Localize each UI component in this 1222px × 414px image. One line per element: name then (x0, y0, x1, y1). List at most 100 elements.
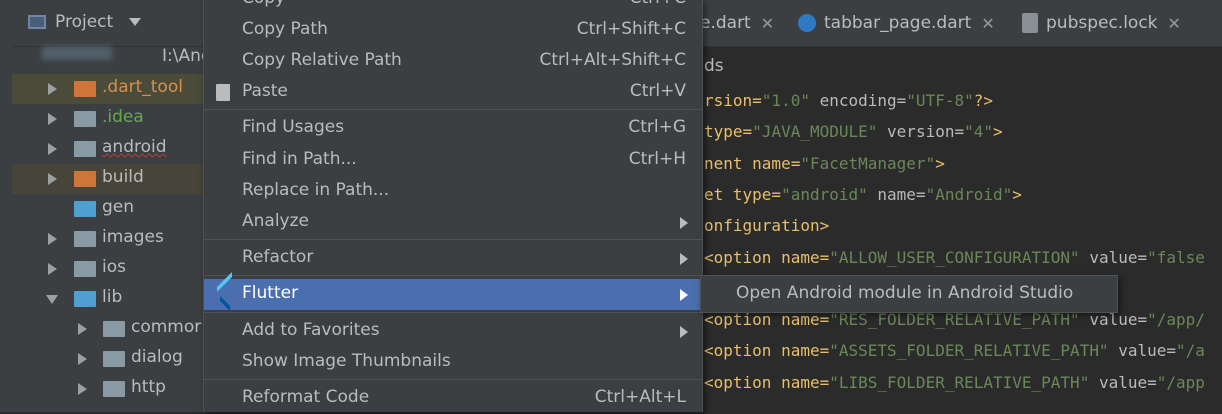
menu-item-show-image-thumbnails[interactable]: Show Image Thumbnails (204, 347, 702, 378)
menu-item-label: Copy Relative Path (242, 50, 402, 70)
menu-item-label: Find Usages (242, 117, 345, 137)
folder-icon (74, 291, 96, 307)
code-token: type= (704, 122, 753, 141)
tree-item-http[interactable]: http (12, 374, 204, 404)
project-view-selector[interactable]: Project (55, 12, 113, 32)
redacted-project-root (42, 46, 112, 60)
menu-item-add-to-favorites[interactable]: Add to Favorites (204, 316, 702, 347)
tree-item-build[interactable]: build (12, 164, 204, 194)
submenu-arrow-icon (680, 253, 688, 265)
tree-item-ios[interactable]: ios (12, 254, 204, 284)
expand-arrow-icon[interactable] (48, 83, 57, 95)
code-token: "/a (1176, 341, 1205, 360)
menu-item-label: Replace in Path... (242, 180, 390, 200)
code-token: <option name= (704, 373, 830, 392)
menu-item-shortcut: Ctrl+C (630, 0, 686, 8)
expand-arrow-icon[interactable] (48, 173, 57, 185)
file-icon (1022, 13, 1038, 33)
tab-dart-file[interactable]: e.dart ✕ (700, 0, 774, 46)
code-token: onfiguration> (704, 216, 830, 235)
expand-arrow-icon[interactable] (78, 353, 87, 365)
tree-item-label: .dart_tool (102, 77, 183, 97)
menu-item-paste[interactable]: Paste Ctrl+V (204, 77, 702, 108)
code-token: "JAVA_MODULE" (752, 122, 878, 141)
code-token: "/app/ (1147, 310, 1205, 329)
menu-item-label: Refactor (242, 247, 314, 267)
tab-tabbar-page[interactable]: tabbar_page.dart ✕ (798, 0, 995, 46)
code-token: value= (1108, 341, 1177, 360)
tree-item-label: images (102, 227, 164, 247)
menu-item-copy-relative-path[interactable]: Copy Relative Path Ctrl+Alt+Shift+C (204, 46, 702, 77)
tree-item-dart-tool[interactable]: .dart_tool (12, 74, 204, 104)
code-token: "ASSETS_FOLDER_RELATIVE_PATH" (829, 341, 1109, 360)
code-line: rsion="1.0" encoding="UTF-8"?> (704, 91, 993, 110)
tree-item-label: android (102, 137, 167, 157)
code-token: > (1012, 185, 1022, 204)
menu-item-refactor[interactable]: Refactor (204, 243, 702, 274)
menu-item-analyze[interactable]: Analyze (204, 207, 702, 238)
code-line: <option name="ASSETS_FOLDER_RELATIVE_PAT… (704, 341, 1205, 360)
menu-item-copy[interactable]: Copy Ctrl+C (204, 0, 702, 15)
menu-item-label: Copy (242, 0, 285, 8)
tree-item-gen[interactable]: gen (12, 194, 204, 224)
tree-item-lib[interactable]: lib (12, 284, 204, 314)
tree-item-idea[interactable]: .idea (12, 104, 204, 134)
menu-item-copy-path[interactable]: Copy Path Ctrl+Shift+C (204, 15, 702, 46)
folder-icon (74, 111, 96, 127)
expand-arrow-icon[interactable] (48, 113, 57, 125)
menu-separator (204, 379, 702, 380)
close-icon[interactable]: ✕ (981, 14, 994, 33)
menu-item-shortcut: Ctrl+Alt+L (594, 387, 686, 407)
code-token: "1.0" (761, 91, 810, 110)
tab-label: e.dart (700, 13, 751, 33)
code-token: nent name= (704, 154, 801, 173)
tree-item-label: ios (102, 257, 126, 277)
code-line: type="JAVA_MODULE" version="4"> (704, 122, 1003, 141)
editor-breadcrumb[interactable]: ds (704, 56, 724, 76)
code-token: "LIBS_FOLDER_RELATIVE_PATH" (829, 373, 1090, 392)
code-token: "android" (781, 185, 868, 204)
project-window-icon (28, 15, 46, 29)
tab-pubspec-lock[interactable]: pubspec.lock ✕ (1022, 0, 1181, 46)
close-icon[interactable]: ✕ (761, 14, 774, 33)
expand-arrow-icon[interactable] (48, 143, 57, 155)
collapse-arrow-icon[interactable] (46, 295, 58, 304)
menu-separator (204, 239, 702, 240)
tree-item-label: lib (102, 287, 123, 307)
menu-item-open-android-module[interactable]: Open Android module in Android Studio (736, 283, 1073, 303)
code-token: version= (877, 122, 965, 141)
close-icon[interactable]: ✕ (1168, 14, 1181, 33)
chevron-down-icon[interactable] (129, 18, 141, 26)
tree-item-label: dialog (131, 347, 183, 367)
code-token: rsion= (704, 91, 762, 110)
code-token: > (935, 154, 945, 173)
tree-item-common[interactable]: commor (12, 314, 204, 344)
code-line: <option name="ALLOW_USER_CONFIGURATION" … (704, 248, 1205, 267)
tree-item-label: build (102, 167, 144, 187)
menu-item-shortcut: Ctrl+V (629, 81, 686, 101)
tab-label: pubspec.lock (1046, 13, 1158, 33)
tree-item-dialog[interactable]: dialog (12, 344, 204, 374)
menu-item-reformat-code[interactable]: Reformat Code Ctrl+Alt+L (204, 383, 702, 414)
code-line: <option name="LIBS_FOLDER_RELATIVE_PATH"… (704, 373, 1205, 392)
code-token: "Android" (925, 185, 1013, 204)
menu-item-replace-in-path[interactable]: Replace in Path... (204, 176, 702, 207)
menu-item-find-in-path[interactable]: Find in Path... Ctrl+H (204, 145, 702, 176)
expand-arrow-icon[interactable] (48, 233, 57, 245)
code-line: et type="android" name="Android"> (704, 185, 1022, 204)
code-token: "/app (1156, 373, 1205, 392)
menu-item-find-usages[interactable]: Find Usages Ctrl+G (204, 113, 702, 144)
tree-item-android[interactable]: android (12, 134, 204, 164)
folder-icon (103, 381, 125, 397)
menu-item-label: Find in Path... (242, 149, 357, 169)
menu-item-shortcut: Ctrl+G (628, 117, 686, 137)
expand-arrow-icon[interactable] (78, 383, 87, 395)
folder-icon (74, 261, 96, 277)
expand-arrow-icon[interactable] (48, 263, 57, 275)
code-token: name= (867, 185, 926, 204)
code-token: "false (1147, 248, 1205, 267)
menu-item-shortcut: Ctrl+Alt+Shift+C (539, 50, 686, 70)
expand-arrow-icon[interactable] (78, 323, 87, 335)
tree-item-images[interactable]: images (12, 224, 204, 254)
menu-item-flutter[interactable]: Flutter (204, 279, 702, 310)
